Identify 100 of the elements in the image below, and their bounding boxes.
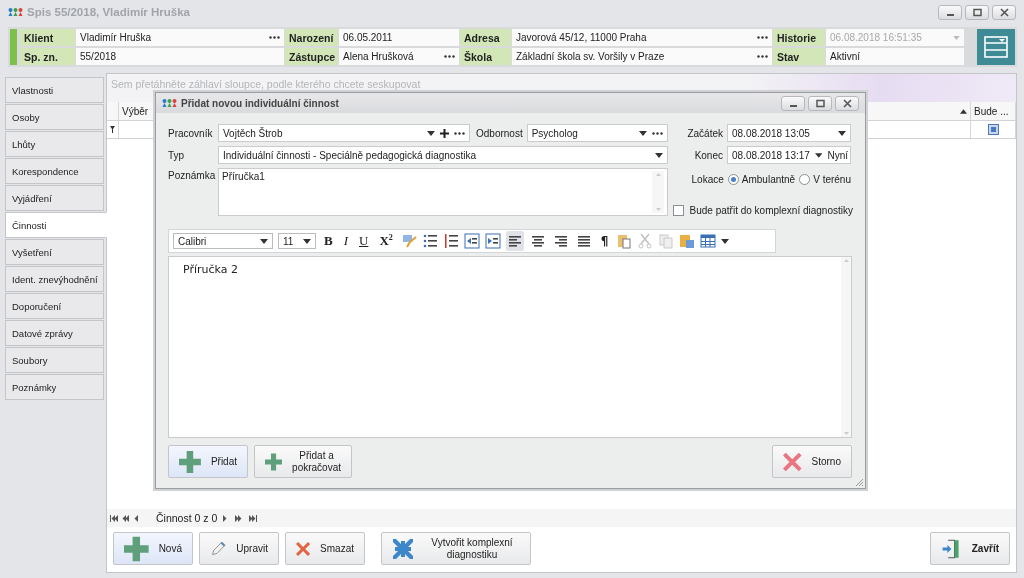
action-button[interactable]: Nová: [113, 532, 193, 565]
resize-grip-icon[interactable]: [855, 478, 864, 487]
ellipsis-icon[interactable]: [757, 36, 768, 39]
column-header[interactable]: Bude ...: [971, 102, 1016, 120]
format-button[interactable]: U: [356, 232, 372, 250]
worker-field[interactable]: Vojtěch Štrob: [218, 124, 470, 142]
field-value[interactable]: Javorová 45/12, 11000 Praha: [512, 29, 772, 46]
sidebar-tab[interactable]: Korespondence: [5, 158, 104, 184]
dialog-title: Přidat novou individuální činnost: [181, 97, 340, 109]
font-dropdown[interactable]: Calibri: [173, 233, 273, 249]
sidebar-tab[interactable]: Poznámky: [5, 374, 104, 400]
field-value[interactable]: 06.05.2011: [339, 29, 459, 46]
field-label: Historie: [773, 29, 825, 46]
field-value[interactable]: Alena Hrušková: [339, 48, 459, 65]
minimize-button[interactable]: [938, 4, 962, 20]
dropdown-icon[interactable]: [655, 152, 663, 158]
numbered-list-icon[interactable]: [442, 233, 459, 249]
plus-icon: [179, 449, 201, 474]
specialty-field[interactable]: Psycholog: [526, 124, 668, 142]
field-label: Adresa: [460, 29, 511, 46]
indent-icon[interactable]: [484, 233, 501, 249]
ellipsis-icon[interactable]: [454, 131, 465, 135]
logo-icon: [162, 98, 177, 108]
sidebar-tab[interactable]: Lhůty: [5, 131, 104, 157]
maximize-icon: [972, 7, 982, 17]
sidebar-tab[interactable]: Doporučení: [5, 293, 104, 319]
maximize-button[interactable]: [965, 4, 989, 20]
dialog-button[interactable]: Přidat a pokračovat: [254, 445, 352, 478]
field-value[interactable]: 55/2018: [76, 48, 284, 65]
field-label: Typ: [168, 149, 186, 161]
sidebar-tab[interactable]: Datové zprávy: [5, 320, 104, 346]
window-title: Spis 55/2018, Vladimír Hruška: [27, 6, 191, 18]
sidebar-tab[interactable]: Vyjádření: [5, 185, 104, 211]
radio-button[interactable]: [727, 173, 739, 185]
bullet-list-icon[interactable]: [421, 233, 438, 249]
sidebar-tab[interactable]: Soubory: [5, 347, 104, 373]
close-icon: [842, 98, 852, 108]
minimize-button[interactable]: [781, 95, 805, 111]
filter-icon[interactable]: [110, 126, 115, 133]
action-button[interactable]: Vytvořit komplexní diagnostiku: [381, 532, 531, 565]
dropdown-icon[interactable]: [260, 238, 268, 244]
format-button[interactable]: B: [321, 232, 336, 250]
paste-special-icon[interactable]: [679, 233, 696, 249]
paragraph-marks-button[interactable]: ¶: [597, 232, 612, 250]
ellipsis-icon[interactable]: [444, 55, 455, 58]
add-icon[interactable]: [440, 128, 449, 138]
ellipsis-icon[interactable]: [757, 55, 768, 58]
align-button[interactable]: [505, 231, 524, 251]
sidebar-tab[interactable]: Vyšetření: [5, 239, 104, 265]
field-label: Poznámka: [168, 169, 214, 181]
dropdown-icon[interactable]: [427, 130, 435, 136]
ellipsis-icon[interactable]: [651, 131, 663, 135]
dropdown-icon[interactable]: [814, 152, 823, 158]
maximize-icon: [815, 98, 825, 108]
action-button[interactable]: Upravit: [199, 532, 279, 565]
maximize-button[interactable]: [808, 95, 832, 111]
format-button[interactable]: X$^{2}$: [376, 232, 396, 250]
dialog-button[interactable]: Přidat: [168, 445, 248, 478]
checkbox[interactable]: [672, 204, 684, 216]
outdent-icon[interactable]: [463, 233, 480, 249]
sidebar-tab[interactable]: Osoby: [5, 104, 104, 130]
sidebar-tab[interactable]: Činnosti: [5, 212, 107, 238]
field-label: Konec: [694, 149, 723, 161]
plus-icon: [124, 535, 149, 562]
radio-button[interactable]: [799, 173, 811, 185]
form-view-button[interactable]: [977, 29, 1015, 65]
close-icon: [999, 7, 1009, 17]
action-button[interactable]: Smazat: [285, 532, 365, 565]
action-button[interactable]: Zavřít: [930, 532, 1010, 565]
logo-icon: [8, 7, 23, 17]
close-button[interactable]: [835, 95, 859, 111]
checkbox-filter-icon[interactable]: [987, 124, 999, 135]
paste-icon[interactable]: [616, 233, 633, 249]
ellipsis-icon[interactable]: [269, 36, 280, 39]
record-counter: Činnost 0 z 0: [156, 512, 218, 524]
table-icon[interactable]: [700, 233, 717, 249]
font-size-dropdown[interactable]: 11: [278, 233, 316, 249]
format-button[interactable]: I: [340, 232, 351, 250]
dropdown-icon[interactable]: [838, 130, 846, 136]
end-date-field[interactable]: 08.08.2018 13:17 Nyní: [727, 146, 851, 164]
minimize-icon: [789, 104, 797, 107]
field-value[interactable]: Aktivní: [826, 48, 964, 65]
dropdown-icon[interactable]: [638, 130, 647, 136]
sidebar-tab[interactable]: Vlastnosti: [5, 77, 104, 103]
field-label: Stav: [773, 48, 825, 65]
field-label: Sp. zn.: [20, 48, 75, 65]
sort-icon[interactable]: [960, 108, 967, 114]
close-button[interactable]: [992, 4, 1016, 20]
field-value[interactable]: Základní škola sv. Voršily v Praze: [512, 48, 772, 65]
spellcheck-icon[interactable]: [400, 233, 417, 249]
group-panel-hint: Sem přetáhněte záhlaví sloupce, podle kterého chcete seskupovat: [111, 78, 421, 90]
type-field[interactable]: Individuální činnosti - Speciálně pedagogická diagnostika: [218, 146, 668, 164]
more-icon[interactable]: [721, 238, 730, 244]
now-link[interactable]: Nyní: [827, 149, 848, 161]
dialog-button[interactable]: Storno: [772, 445, 852, 478]
dropdown-icon[interactable]: [303, 238, 311, 244]
form-icon: [984, 36, 1008, 58]
start-date-field[interactable]: 08.08.2018 13:05: [727, 124, 851, 142]
field-value[interactable]: Vladimír Hruška: [76, 29, 284, 46]
sidebar-tab[interactable]: Ident. znevýhodnění: [5, 266, 104, 292]
